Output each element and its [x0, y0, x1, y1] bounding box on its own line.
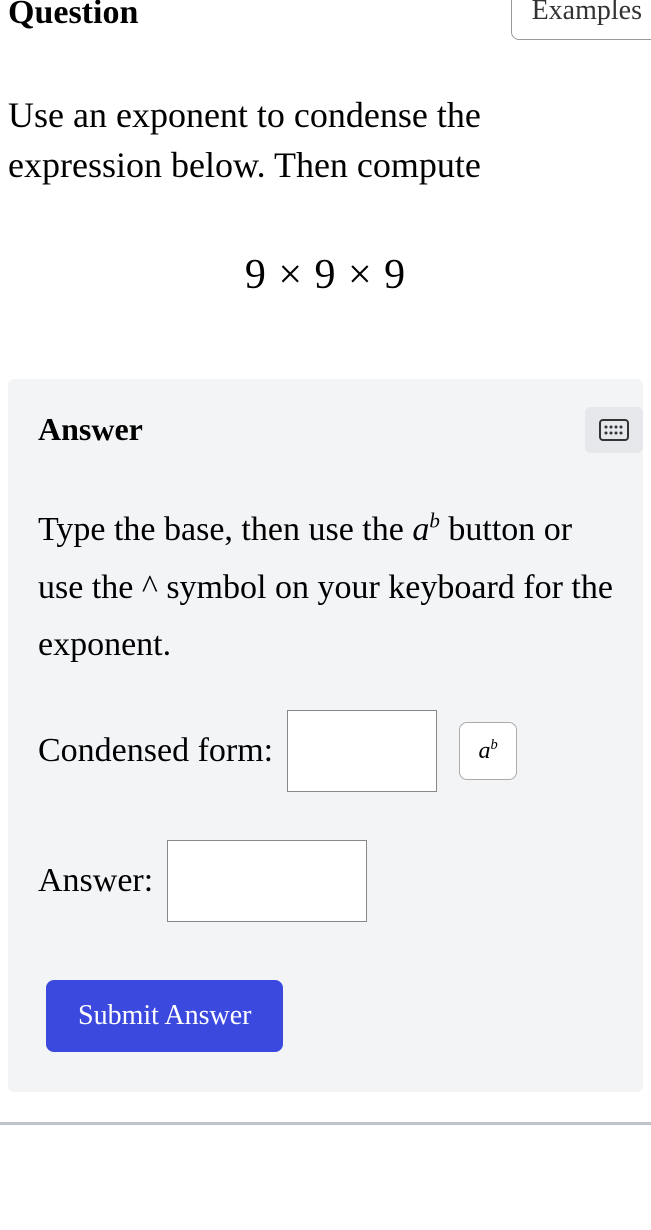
answer-instructions: Type the base, then use the ab button or… — [38, 501, 613, 674]
condensed-form-row: Condensed form: ab — [38, 710, 613, 792]
exponent-button[interactable]: ab — [459, 722, 517, 780]
keyboard-button[interactable] — [585, 407, 643, 453]
instructions-pre: Type the base, then use the — [38, 511, 412, 548]
submit-button[interactable]: Submit Answer — [46, 980, 283, 1052]
answer-row: Answer: — [38, 840, 613, 922]
question-heading: Question — [8, 0, 138, 32]
footer-divider — [0, 1122, 651, 1125]
condensed-form-label: Condensed form: — [38, 732, 273, 770]
exponent-notation-inline: ab — [412, 511, 440, 548]
math-expression: 9 × 9 × 9 — [8, 251, 643, 299]
answer-heading: Answer — [38, 411, 143, 448]
exponent-icon: ab — [479, 737, 498, 765]
keyboard-icon — [599, 419, 629, 441]
answer-label: Answer: — [38, 862, 153, 900]
answer-card: Answer Type the base, then use the ab bu… — [8, 379, 643, 1092]
question-prompt: Use an exponent to condense the expressi… — [8, 90, 643, 191]
answer-input[interactable] — [167, 840, 367, 922]
examples-button[interactable]: Examples — [511, 0, 651, 40]
condensed-form-input[interactable] — [287, 710, 437, 792]
